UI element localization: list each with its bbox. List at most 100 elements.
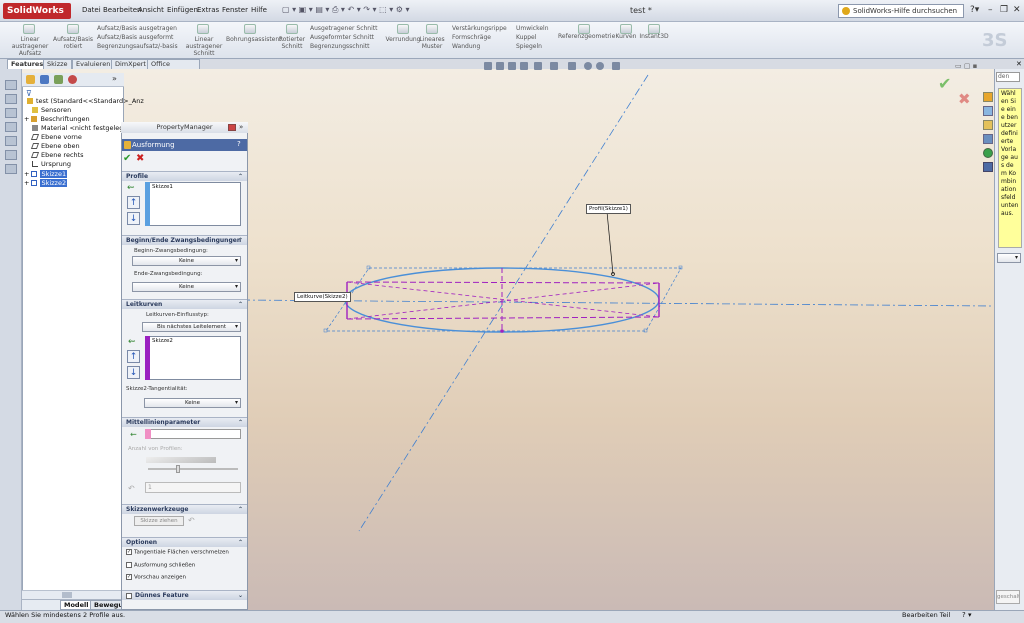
- quick-access-toolbar[interactable]: ▢ ▾ ▣ ▾ ▤ ▾ ⎙ ▾ ↶ ▾ ↷ ▾ ⬚ ▾ ⚙ ▾: [282, 5, 409, 15]
- section-constraints[interactable]: Beginn/Ende Zwangsbedingungen ⌃: [122, 235, 247, 245]
- pm-help-icon[interactable]: ?: [237, 140, 241, 148]
- end-constraint-select[interactable]: Keine: [132, 282, 241, 292]
- swept-boss-label[interactable]: Aufsatz/Basis ausgetragen: [97, 24, 178, 33]
- solidworks-logo[interactable]: SolidWorks: [3, 3, 71, 19]
- tree-item-ursprung[interactable]: Ursprung: [32, 160, 71, 169]
- extrude-cut-icon[interactable]: [197, 24, 209, 34]
- wrap-label[interactable]: Umwickeln: [516, 24, 549, 33]
- task-pane-close[interactable]: ✕: [1016, 60, 1022, 68]
- move-up-button[interactable]: ↑: [127, 196, 140, 209]
- menu-hilfe[interactable]: Hilfe: [251, 6, 267, 14]
- sections-spinner[interactable]: 1: [145, 482, 241, 493]
- hole-wizard-icon[interactable]: [244, 24, 256, 34]
- ribbon-group-boss[interactable]: Aufsatz/Basis ausgetragen Aufsatz/Basis …: [97, 24, 178, 51]
- tree-item-material[interactable]: Material <nicht festgelegt>: [32, 124, 131, 133]
- linear-pattern-icon[interactable]: [426, 24, 438, 34]
- tab-modell[interactable]: Modell: [60, 600, 93, 610]
- tab-evaluieren[interactable]: Evaluieren: [72, 59, 115, 69]
- cancel-x-icon-pm[interactable]: ✖: [136, 153, 144, 164]
- task-pane-button[interactable]: geschalt: [996, 590, 1020, 604]
- minimize-button[interactable]: –: [988, 5, 993, 15]
- profile-callout[interactable]: Profil(Skizze1): [586, 204, 631, 214]
- sections-slider-track[interactable]: [148, 468, 238, 470]
- task-pane-custom-icon[interactable]: [983, 162, 993, 172]
- side-icon-4[interactable]: [5, 122, 17, 132]
- task-pane-home-icon[interactable]: [983, 92, 993, 102]
- guide-move-up-button[interactable]: ↑: [127, 350, 140, 363]
- revolve-cut-icon[interactable]: [286, 24, 298, 34]
- merge-tangent-checkbox[interactable]: ✓ Tangentiale Flächen verschmelzen: [126, 549, 229, 556]
- mirror-label[interactable]: Spiegeln: [516, 42, 549, 51]
- revolve-boss-icon[interactable]: [67, 24, 79, 34]
- tangency-select[interactable]: Keine: [144, 398, 241, 408]
- tree-scrollbar[interactable]: [22, 590, 121, 599]
- guide-callout[interactable]: Leitkurve(Skizze2): [294, 292, 351, 302]
- property-manager-icon[interactable]: [40, 75, 49, 84]
- tab-dimxpert[interactable]: DimXpert: [111, 59, 150, 69]
- guide-list-item[interactable]: Skizze2: [152, 338, 173, 344]
- section-sketch-tools[interactable]: Skizzenwerkzeuge ⌃: [122, 504, 247, 514]
- collapse-icon[interactable]: ⌃: [238, 418, 243, 428]
- ribbon-group-misc[interactable]: Umwickeln Kuppel Spiegeln: [516, 24, 549, 51]
- tree-item-sensoren[interactable]: Sensoren: [32, 106, 71, 115]
- collapse-icon[interactable]: ⌃: [238, 300, 243, 310]
- boundary-cut-label[interactable]: Begrenzungsschnitt: [310, 42, 377, 51]
- start-constraint-select[interactable]: Keine: [132, 256, 241, 266]
- pm-more-icon[interactable]: »: [239, 123, 243, 131]
- menu-fenster[interactable]: Fenster: [222, 6, 248, 14]
- side-icon-2[interactable]: [5, 94, 17, 104]
- ribbon-group-cut[interactable]: Ausgetragener Schnitt Ausgeformter Schni…: [310, 24, 377, 51]
- drag-sketch-button[interactable]: Skizze ziehen: [134, 516, 184, 526]
- menu-extras[interactable]: Extras: [197, 6, 219, 14]
- tree-item-skizze2[interactable]: + Skizze2: [24, 179, 68, 188]
- menu-bearbeiten[interactable]: Bearbeiten: [103, 6, 141, 14]
- shell-label[interactable]: Wandung: [452, 42, 507, 51]
- side-icon-5[interactable]: [5, 136, 17, 146]
- expand-panel-icon[interactable]: »: [112, 74, 117, 83]
- dome-label[interactable]: Kuppel: [516, 33, 549, 42]
- centerline-input[interactable]: [145, 429, 241, 439]
- tree-item-ebene-vorne[interactable]: Ebene vorne: [30, 133, 82, 142]
- collapse-icon[interactable]: ⌃: [238, 236, 243, 246]
- task-pane-appearance-icon[interactable]: [983, 148, 993, 158]
- tree-root[interactable]: test (Standard<<Standard>_Anz: [27, 97, 144, 106]
- section-centerline[interactable]: Mittellinienparameter ⌃: [122, 417, 247, 427]
- tab-features[interactable]: Features: [7, 59, 48, 69]
- side-icon-1[interactable]: [5, 80, 17, 90]
- tree-item-ebene-rechts[interactable]: Ebene rechts: [30, 151, 84, 160]
- swept-cut-label[interactable]: Ausgetragener Schnitt: [310, 24, 377, 33]
- tree-item-skizze1[interactable]: + Skizze1: [24, 170, 68, 179]
- collapse-icon[interactable]: ⌃: [238, 505, 243, 515]
- tree-item-beschriftungen[interactable]: + Beschriftungen: [24, 115, 90, 124]
- undo-drag-icon[interactable]: ↶: [188, 516, 195, 525]
- side-icon-6[interactable]: [5, 150, 17, 160]
- side-icon-7[interactable]: [5, 164, 17, 174]
- help-search-input[interactable]: SolidWorks-Hilfe durchsuchen: [838, 4, 964, 18]
- close-button[interactable]: ✕: [1013, 5, 1021, 15]
- close-loft-checkbox[interactable]: Ausformung schließen: [126, 562, 195, 569]
- configuration-manager-icon[interactable]: [54, 75, 63, 84]
- feature-manager-icon[interactable]: [26, 75, 35, 84]
- collapse-icon[interactable]: ⌃: [238, 172, 243, 182]
- section-options[interactable]: Optionen ⌃: [122, 537, 247, 547]
- guide-move-down-button[interactable]: ↓: [127, 366, 140, 379]
- tab-office-produkte[interactable]: Office Produkte: [147, 59, 200, 77]
- fillet-icon[interactable]: [397, 24, 409, 34]
- loft-boss-label[interactable]: Aufsatz/Basis ausgeformt: [97, 33, 178, 42]
- ribbon-group-features[interactable]: Verstärkungsrippe Formschräge Wandung: [452, 24, 507, 51]
- collapse-icon[interactable]: ⌃: [238, 538, 243, 548]
- extrude-boss-icon[interactable]: [23, 24, 35, 34]
- section-thin-feature[interactable]: Dünnes Feature ⌄: [122, 590, 247, 600]
- task-pane-view-palette-icon[interactable]: [983, 134, 993, 144]
- guide-influence-select[interactable]: Bis nächstes Leitelement: [142, 322, 241, 332]
- pm-pin-icon[interactable]: [228, 124, 236, 131]
- section-profile[interactable]: Profile ⌃: [122, 171, 247, 181]
- rib-label[interactable]: Verstärkungsrippe: [452, 24, 507, 33]
- sections-slider-thumb[interactable]: [176, 465, 180, 473]
- boundary-boss-label[interactable]: Begrenzungsaufsatz/-basis: [97, 42, 178, 51]
- section-guide-curves[interactable]: Leitkurven ⌃: [122, 299, 247, 309]
- task-pane-search[interactable]: den: [996, 72, 1020, 82]
- expand-icon[interactable]: ⌄: [238, 591, 243, 601]
- move-down-button[interactable]: ↓: [127, 212, 140, 225]
- status-help-icon[interactable]: ? ▾: [962, 611, 971, 619]
